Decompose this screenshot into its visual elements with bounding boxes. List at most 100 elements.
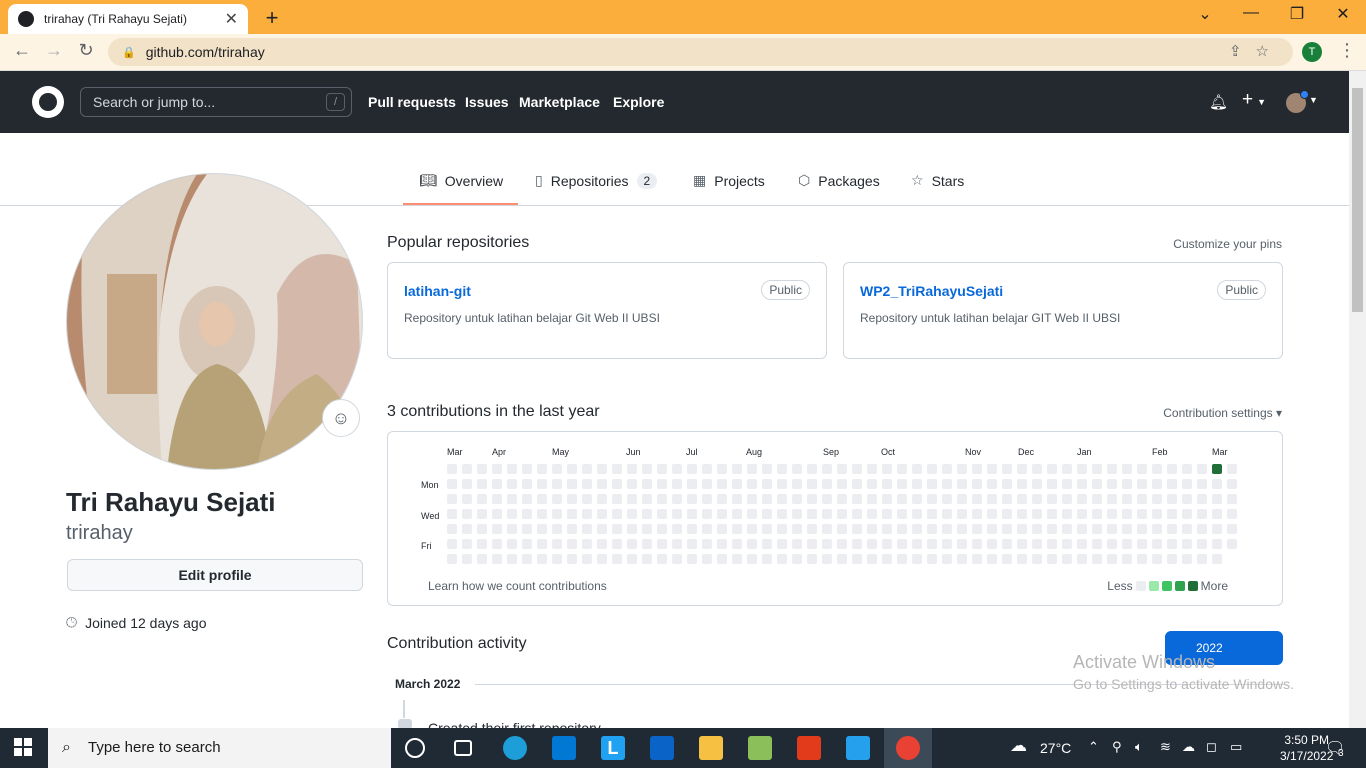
contribution-day-cell[interactable] xyxy=(1062,539,1072,549)
contribution-day-cell[interactable] xyxy=(762,479,772,489)
scrollbar-thumb[interactable] xyxy=(1352,88,1363,312)
contribution-day-cell[interactable] xyxy=(882,509,892,519)
contribution-day-cell[interactable] xyxy=(837,524,847,534)
contribution-day-cell[interactable] xyxy=(1182,494,1192,504)
contribution-day-cell[interactable] xyxy=(447,509,457,519)
minimize-button[interactable]: — xyxy=(1236,4,1266,22)
contribution-day-cell[interactable] xyxy=(447,524,457,534)
contribution-day-cell[interactable] xyxy=(792,524,802,534)
contribution-day-cell[interactable] xyxy=(762,464,772,474)
contribution-day-cell[interactable] xyxy=(642,509,652,519)
contribution-day-cell[interactable] xyxy=(507,494,517,504)
contribution-day-cell[interactable] xyxy=(942,494,952,504)
contribution-day-cell[interactable] xyxy=(1017,464,1027,474)
contribution-day-cell[interactable] xyxy=(972,479,982,489)
contribution-day-cell[interactable] xyxy=(762,539,772,549)
contribution-day-cell[interactable] xyxy=(837,539,847,549)
virtualbox-icon[interactable] xyxy=(748,736,772,760)
contribution-day-cell[interactable] xyxy=(867,494,877,504)
contribution-day-cell[interactable] xyxy=(507,479,517,489)
contribution-day-cell[interactable] xyxy=(1077,539,1087,549)
contribution-day-cell[interactable] xyxy=(1182,554,1192,564)
contribution-day-cell[interactable] xyxy=(1167,464,1177,474)
contribution-day-cell[interactable] xyxy=(507,524,517,534)
contribution-day-cell[interactable] xyxy=(702,464,712,474)
nav-marketplace[interactable]: Marketplace xyxy=(519,94,600,110)
tab-projects[interactable]: ▦ Projects xyxy=(693,172,765,189)
github-logo-icon[interactable] xyxy=(32,86,64,118)
contribution-day-cell[interactable] xyxy=(867,524,877,534)
contribution-day-cell[interactable] xyxy=(987,524,997,534)
contribution-day-cell[interactable] xyxy=(777,524,787,534)
l-app-icon[interactable]: L xyxy=(601,736,625,760)
contribution-day-cell[interactable] xyxy=(1017,539,1027,549)
contribution-day-cell[interactable] xyxy=(702,479,712,489)
search-input[interactable]: Search or jump to... / xyxy=(80,87,352,117)
contribution-day-cell[interactable] xyxy=(762,554,772,564)
office-icon[interactable] xyxy=(797,736,821,760)
contribution-day-cell[interactable] xyxy=(1002,479,1012,489)
contribution-day-cell[interactable] xyxy=(1167,554,1177,564)
contribution-day-cell[interactable] xyxy=(927,494,937,504)
contribution-day-cell[interactable] xyxy=(1017,524,1027,534)
contribution-day-cell[interactable] xyxy=(1047,524,1057,534)
contribution-day-cell[interactable] xyxy=(477,509,487,519)
windows-start-icon[interactable] xyxy=(14,738,32,756)
contribution-day-cell[interactable] xyxy=(732,554,742,564)
contribution-day-cell[interactable] xyxy=(897,554,907,564)
contribution-day-cell[interactable] xyxy=(912,509,922,519)
contribution-day-cell[interactable] xyxy=(537,539,547,549)
contribution-day-cell[interactable] xyxy=(1092,494,1102,504)
contribution-day-cell[interactable] xyxy=(927,464,937,474)
contribution-day-cell[interactable] xyxy=(1182,524,1192,534)
contribution-day-cell[interactable] xyxy=(852,494,862,504)
contribution-day-cell[interactable] xyxy=(522,479,532,489)
contribution-day-cell[interactable] xyxy=(1227,494,1237,504)
contribution-day-cell[interactable] xyxy=(792,479,802,489)
contribution-day-cell[interactable] xyxy=(672,539,682,549)
contribution-day-cell[interactable] xyxy=(672,554,682,564)
contribution-day-cell[interactable] xyxy=(462,494,472,504)
contribution-day-cell[interactable] xyxy=(1122,539,1132,549)
contribution-day-cell[interactable] xyxy=(957,509,967,519)
contribution-day-cell[interactable] xyxy=(1227,524,1237,534)
contribution-day-cell[interactable] xyxy=(537,554,547,564)
contribution-day-cell[interactable] xyxy=(807,554,817,564)
contribution-day-cell[interactable] xyxy=(1062,479,1072,489)
contribution-day-cell[interactable] xyxy=(582,524,592,534)
tab-packages[interactable]: ⬡ Packages xyxy=(798,172,880,189)
contribution-day-cell[interactable] xyxy=(882,554,892,564)
cortana-icon[interactable] xyxy=(405,738,425,758)
contribution-day-cell[interactable] xyxy=(672,479,682,489)
contribution-day-cell[interactable] xyxy=(642,464,652,474)
repo-name-link[interactable]: latihan-git xyxy=(404,283,471,299)
contribution-day-cell[interactable] xyxy=(912,464,922,474)
contribution-day-cell[interactable] xyxy=(1152,479,1162,489)
contribution-day-cell[interactable] xyxy=(687,479,697,489)
contribution-day-cell[interactable] xyxy=(567,554,577,564)
contribution-day-cell[interactable] xyxy=(1197,539,1207,549)
contribution-day-cell[interactable] xyxy=(492,509,502,519)
contribution-day-cell[interactable] xyxy=(882,479,892,489)
contribution-day-cell[interactable] xyxy=(852,524,862,534)
contribution-day-cell[interactable] xyxy=(957,494,967,504)
contribution-day-cell[interactable] xyxy=(687,464,697,474)
learn-contributions-link[interactable]: Learn how we count contributions xyxy=(428,579,607,593)
contribution-day-cell[interactable] xyxy=(822,539,832,549)
contribution-day-cell[interactable] xyxy=(732,539,742,549)
contribution-day-cell[interactable] xyxy=(642,554,652,564)
contribution-day-cell[interactable] xyxy=(552,479,562,489)
contribution-day-cell[interactable] xyxy=(447,464,457,474)
contribution-day-cell[interactable] xyxy=(537,494,547,504)
contribution-day-cell[interactable] xyxy=(1032,539,1042,549)
contribution-day-cell[interactable] xyxy=(582,494,592,504)
contribution-day-cell[interactable] xyxy=(567,494,577,504)
contribution-day-cell[interactable] xyxy=(807,494,817,504)
contribution-day-cell[interactable] xyxy=(747,509,757,519)
repo-name-link[interactable]: WP2_TriRahayuSejati xyxy=(860,283,1003,299)
contribution-day-cell[interactable] xyxy=(477,539,487,549)
contribution-day-cell[interactable] xyxy=(747,479,757,489)
contribution-day-cell[interactable] xyxy=(657,479,667,489)
contribution-day-cell[interactable] xyxy=(927,539,937,549)
contribution-day-cell[interactable] xyxy=(1047,479,1057,489)
